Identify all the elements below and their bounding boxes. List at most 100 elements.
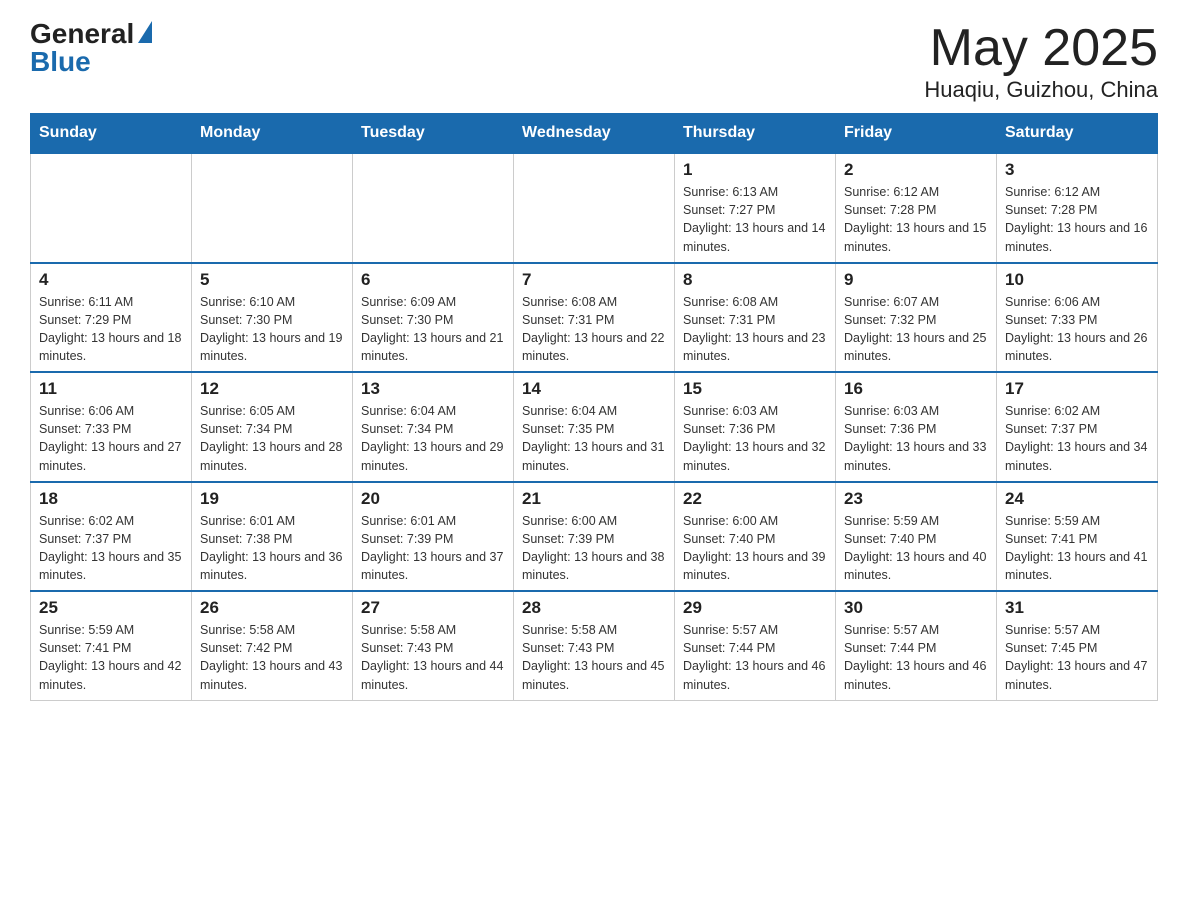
table-row: 4 Sunrise: 6:11 AMSunset: 7:29 PMDaylight… bbox=[31, 263, 192, 373]
day-number: 21 bbox=[522, 489, 666, 509]
header-wednesday: Wednesday bbox=[514, 114, 675, 154]
header-sunday: Sunday bbox=[31, 114, 192, 154]
day-number: 18 bbox=[39, 489, 183, 509]
day-number: 28 bbox=[522, 598, 666, 618]
day-info: Sunrise: 5:57 AMSunset: 7:45 PMDaylight:… bbox=[1005, 621, 1149, 694]
table-row: 22Sunrise: 6:00 AMSunset: 7:40 PMDayligh… bbox=[675, 482, 836, 592]
day-number: 10 bbox=[1005, 270, 1149, 290]
day-number: 20 bbox=[361, 489, 505, 509]
logo-blue: Blue bbox=[30, 48, 91, 76]
day-number: 27 bbox=[361, 598, 505, 618]
day-number: 4 bbox=[39, 270, 183, 290]
table-row: 24 Sunrise: 5:59 AMSunset: 7:41 PMDayligh… bbox=[997, 482, 1158, 592]
day-info: Sunrise: 6:06 AMSunset: 7:33 PMDaylight:… bbox=[1005, 293, 1149, 366]
day-info: Sunrise: 6:03 AMSunset: 7:36 PMDaylight:… bbox=[844, 402, 988, 475]
day-number: 7 bbox=[522, 270, 666, 290]
day-info: Sunrise: 6:12 AMSunset: 7:28 PMDaylight:… bbox=[1005, 183, 1149, 256]
calendar-week-row: 11 Sunrise: 6:06 AMSunset: 7:33 PMDayligh… bbox=[31, 372, 1158, 482]
day-number: 23 bbox=[844, 489, 988, 509]
calendar-week-row: 25Sunrise: 5:59 AMSunset: 7:41 PMDayligh… bbox=[31, 591, 1158, 700]
day-info: Sunrise: 5:59 AMSunset: 7:41 PMDaylight:… bbox=[39, 621, 183, 694]
day-info: Sunrise: 6:08 AMSunset: 7:31 PMDaylight:… bbox=[522, 293, 666, 366]
day-info: Sunrise: 5:59 AMSunset: 7:41 PMDaylight:… bbox=[1005, 512, 1149, 585]
table-row: 11 Sunrise: 6:06 AMSunset: 7:33 PMDayligh… bbox=[31, 372, 192, 482]
day-info: Sunrise: 6:02 AMSunset: 7:37 PMDaylight:… bbox=[39, 512, 183, 585]
calendar-week-row: 1 Sunrise: 6:13 AMSunset: 7:27 PMDaylight… bbox=[31, 153, 1158, 263]
day-number: 16 bbox=[844, 379, 988, 399]
day-number: 17 bbox=[1005, 379, 1149, 399]
title-block: May 2025 Huaqiu, Guizhou, China bbox=[924, 20, 1158, 103]
day-number: 19 bbox=[200, 489, 344, 509]
table-row: 30 Sunrise: 5:57 AMSunset: 7:44 PMDayligh… bbox=[836, 591, 997, 700]
day-info: Sunrise: 6:06 AMSunset: 7:33 PMDaylight:… bbox=[39, 402, 183, 475]
table-row: 19 Sunrise: 6:01 AMSunset: 7:38 PMDayligh… bbox=[192, 482, 353, 592]
day-number: 2 bbox=[844, 160, 988, 180]
day-info: Sunrise: 6:01 AMSunset: 7:38 PMDaylight:… bbox=[200, 512, 344, 585]
day-info: Sunrise: 6:05 AMSunset: 7:34 PMDaylight:… bbox=[200, 402, 344, 475]
day-info: Sunrise: 6:01 AMSunset: 7:39 PMDaylight:… bbox=[361, 512, 505, 585]
day-number: 3 bbox=[1005, 160, 1149, 180]
day-info: Sunrise: 6:03 AMSunset: 7:36 PMDaylight:… bbox=[683, 402, 827, 475]
day-info: Sunrise: 6:00 AMSunset: 7:40 PMDaylight:… bbox=[683, 512, 827, 585]
table-row: 13Sunrise: 6:04 AMSunset: 7:34 PMDayligh… bbox=[353, 372, 514, 482]
day-number: 1 bbox=[683, 160, 827, 180]
table-row: 15 Sunrise: 6:03 AMSunset: 7:36 PMDayligh… bbox=[675, 372, 836, 482]
table-row: 5 Sunrise: 6:10 AMSunset: 7:30 PMDaylight… bbox=[192, 263, 353, 373]
day-info: Sunrise: 6:10 AMSunset: 7:30 PMDaylight:… bbox=[200, 293, 344, 366]
table-row: 25Sunrise: 5:59 AMSunset: 7:41 PMDayligh… bbox=[31, 591, 192, 700]
table-row: 18 Sunrise: 6:02 AMSunset: 7:37 PMDayligh… bbox=[31, 482, 192, 592]
table-row: 16 Sunrise: 6:03 AMSunset: 7:36 PMDayligh… bbox=[836, 372, 997, 482]
day-info: Sunrise: 6:13 AMSunset: 7:27 PMDaylight:… bbox=[683, 183, 827, 256]
page-header: General Blue May 2025 Huaqiu, Guizhou, C… bbox=[30, 20, 1158, 103]
table-row: 7 Sunrise: 6:08 AMSunset: 7:31 PMDaylight… bbox=[514, 263, 675, 373]
day-info: Sunrise: 5:59 AMSunset: 7:40 PMDaylight:… bbox=[844, 512, 988, 585]
day-info: Sunrise: 5:57 AMSunset: 7:44 PMDaylight:… bbox=[844, 621, 988, 694]
table-row: 26 Sunrise: 5:58 AMSunset: 7:42 PMDayligh… bbox=[192, 591, 353, 700]
day-number: 5 bbox=[200, 270, 344, 290]
day-number: 31 bbox=[1005, 598, 1149, 618]
table-row: 27 Sunrise: 5:58 AMSunset: 7:43 PMDayligh… bbox=[353, 591, 514, 700]
day-info: Sunrise: 6:04 AMSunset: 7:34 PMDaylight:… bbox=[361, 402, 505, 475]
day-info: Sunrise: 6:08 AMSunset: 7:31 PMDaylight:… bbox=[683, 293, 827, 366]
day-info: Sunrise: 6:04 AMSunset: 7:35 PMDaylight:… bbox=[522, 402, 666, 475]
weekday-header-row: Sunday Monday Tuesday Wednesday Thursday… bbox=[31, 114, 1158, 154]
day-number: 15 bbox=[683, 379, 827, 399]
table-row: 2Sunrise: 6:12 AMSunset: 7:28 PMDaylight… bbox=[836, 153, 997, 263]
table-row: 3 Sunrise: 6:12 AMSunset: 7:28 PMDaylight… bbox=[997, 153, 1158, 263]
day-info: Sunrise: 5:58 AMSunset: 7:42 PMDaylight:… bbox=[200, 621, 344, 694]
logo-general: General bbox=[30, 20, 134, 48]
table-row: 31 Sunrise: 5:57 AMSunset: 7:45 PMDayligh… bbox=[997, 591, 1158, 700]
table-row: 9Sunrise: 6:07 AMSunset: 7:32 PMDaylight… bbox=[836, 263, 997, 373]
day-number: 24 bbox=[1005, 489, 1149, 509]
day-number: 11 bbox=[39, 379, 183, 399]
day-info: Sunrise: 6:00 AMSunset: 7:39 PMDaylight:… bbox=[522, 512, 666, 585]
day-info: Sunrise: 6:02 AMSunset: 7:37 PMDaylight:… bbox=[1005, 402, 1149, 475]
header-tuesday: Tuesday bbox=[353, 114, 514, 154]
day-number: 26 bbox=[200, 598, 344, 618]
day-number: 29 bbox=[683, 598, 827, 618]
table-row: 1 Sunrise: 6:13 AMSunset: 7:27 PMDaylight… bbox=[675, 153, 836, 263]
day-info: Sunrise: 5:58 AMSunset: 7:43 PMDaylight:… bbox=[361, 621, 505, 694]
header-saturday: Saturday bbox=[997, 114, 1158, 154]
day-number: 12 bbox=[200, 379, 344, 399]
header-monday: Monday bbox=[192, 114, 353, 154]
header-friday: Friday bbox=[836, 114, 997, 154]
calendar-title: May 2025 bbox=[924, 20, 1158, 77]
day-number: 30 bbox=[844, 598, 988, 618]
day-info: Sunrise: 5:58 AMSunset: 7:43 PMDaylight:… bbox=[522, 621, 666, 694]
calendar-table: Sunday Monday Tuesday Wednesday Thursday… bbox=[30, 113, 1158, 701]
table-row: 28 Sunrise: 5:58 AMSunset: 7:43 PMDayligh… bbox=[514, 591, 675, 700]
day-info: Sunrise: 5:57 AMSunset: 7:44 PMDaylight:… bbox=[683, 621, 827, 694]
table-row: 12 Sunrise: 6:05 AMSunset: 7:34 PMDayligh… bbox=[192, 372, 353, 482]
table-row: 21 Sunrise: 6:00 AMSunset: 7:39 PMDayligh… bbox=[514, 482, 675, 592]
table-row: 17 Sunrise: 6:02 AMSunset: 7:37 PMDayligh… bbox=[997, 372, 1158, 482]
calendar-week-row: 18 Sunrise: 6:02 AMSunset: 7:37 PMDayligh… bbox=[31, 482, 1158, 592]
table-row: 10 Sunrise: 6:06 AMSunset: 7:33 PMDayligh… bbox=[997, 263, 1158, 373]
day-number: 14 bbox=[522, 379, 666, 399]
calendar-location: Huaqiu, Guizhou, China bbox=[924, 77, 1158, 103]
logo: General Blue bbox=[30, 20, 152, 76]
day-info: Sunrise: 6:07 AMSunset: 7:32 PMDaylight:… bbox=[844, 293, 988, 366]
table-row: 8Sunrise: 6:08 AMSunset: 7:31 PMDaylight… bbox=[675, 263, 836, 373]
table-row: 6Sunrise: 6:09 AMSunset: 7:30 PMDaylight… bbox=[353, 263, 514, 373]
day-info: Sunrise: 6:11 AMSunset: 7:29 PMDaylight:… bbox=[39, 293, 183, 366]
